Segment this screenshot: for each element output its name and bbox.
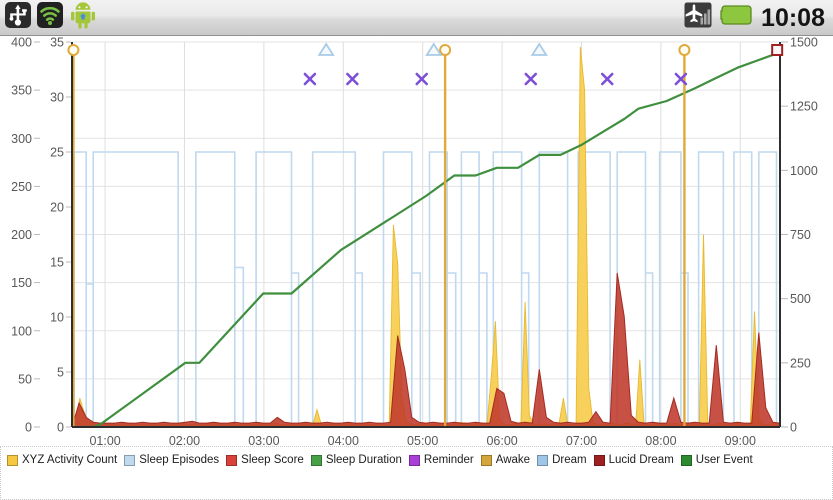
axis-tick-label: 100 — [11, 324, 32, 338]
legend-item[interactable]: Awake — [481, 454, 530, 466]
axis-tick-label: 08:00 — [645, 434, 676, 446]
usb-icon — [4, 1, 32, 34]
axis-tick-label: 0 — [25, 421, 32, 435]
legend-item[interactable]: Dream — [537, 454, 587, 466]
legend-items: XYZ Activity Count Sleep Episodes Sleep Sc… — [1, 447, 832, 469]
axis-tick-label: 1250 — [790, 100, 818, 114]
legend-label: User Event — [696, 454, 753, 466]
axis-tick-label: 400 — [11, 36, 32, 50]
legend-item[interactable]: Sleep Episodes — [124, 454, 219, 466]
wifi-icon — [36, 1, 64, 34]
chart-canvas[interactable]: 0501001502002503003504000510152025303502… — [0, 36, 833, 446]
axis-tick-label: 30 — [50, 91, 64, 105]
axis-tick-label: 150 — [11, 276, 32, 290]
axis-tick-label: 10 — [50, 311, 64, 325]
axis-tick-label: 01:00 — [89, 434, 120, 446]
legend-item[interactable]: User Event — [681, 454, 753, 466]
legend-label: Sleep Score — [241, 454, 304, 466]
chart-legend: XYZ Activity Count Sleep Episodes Sleep Sc… — [0, 446, 833, 500]
axis-tick-label: 03:00 — [248, 434, 279, 446]
awake-event-marker — [440, 45, 450, 55]
legend-swatch — [311, 455, 322, 466]
airplane-mode-icon — [683, 0, 713, 35]
axis-tick-label: 5 — [57, 366, 64, 380]
android-app-icon — [68, 0, 98, 35]
legend-item[interactable]: Sleep Score — [226, 454, 304, 466]
status-bar-left-icons — [0, 0, 98, 35]
legend-label: Awake — [496, 454, 530, 466]
lucid-dream-event-marker — [772, 45, 782, 55]
battery-icon — [720, 2, 754, 33]
axis-tick-label: 02:00 — [169, 434, 200, 446]
legend-label: Dream — [552, 454, 587, 466]
axis-tick-label: 07:00 — [566, 434, 597, 446]
legend-swatch — [409, 455, 420, 466]
axis-tick-label: 50 — [18, 372, 32, 386]
axis-tick-label: 750 — [790, 228, 811, 242]
status-bar-clock: 10:08 — [761, 5, 825, 31]
axis-tick-label: 500 — [790, 292, 811, 306]
legend-label: Lucid Dream — [609, 454, 674, 466]
legend-item[interactable]: Sleep Duration — [311, 454, 402, 466]
legend-label: Sleep Duration — [326, 454, 402, 466]
axis-tick-label: 15 — [50, 256, 64, 270]
axis-tick-label: 0 — [57, 421, 64, 435]
axis-tick-label: 250 — [790, 356, 811, 370]
sleep-chart[interactable]: 0501001502002503003504000510152025303502… — [0, 36, 833, 446]
legend-swatch — [481, 455, 492, 466]
awake-event-marker — [68, 45, 78, 55]
status-bar-right-icons: 10:08 — [683, 0, 833, 35]
axis-tick-label: 0 — [790, 421, 797, 435]
legend-swatch — [537, 455, 548, 466]
legend-swatch — [7, 455, 18, 466]
legend-label: Reminder — [424, 454, 474, 466]
legend-swatch — [681, 455, 692, 466]
legend-item[interactable]: Lucid Dream — [594, 454, 674, 466]
axis-tick-label: 1000 — [790, 164, 818, 178]
axis-tick-label: 35 — [50, 36, 64, 50]
axis-tick-label: 350 — [11, 84, 32, 98]
axis-tick-label: 200 — [11, 228, 32, 242]
legend-item[interactable]: XYZ Activity Count — [7, 454, 117, 466]
axis-tick-label: 06:00 — [486, 434, 517, 446]
axis-tick-label: 04:00 — [328, 434, 359, 446]
legend-swatch — [594, 455, 605, 466]
axis-tick-label: 05:00 — [407, 434, 438, 446]
axis-tick-label: 09:00 — [725, 434, 756, 446]
axis-tick-label: 25 — [50, 146, 64, 160]
axis-tick-label: 1500 — [790, 36, 818, 50]
axis-tick-label: 300 — [11, 132, 32, 146]
legend-swatch — [226, 455, 237, 466]
axis-tick-label: 20 — [50, 201, 64, 215]
axis-tick-label: 250 — [11, 180, 32, 194]
android-status-bar: 10:08 — [0, 0, 833, 36]
legend-label: Sleep Episodes — [139, 454, 219, 466]
legend-label: XYZ Activity Count — [22, 454, 117, 466]
legend-swatch — [124, 455, 135, 466]
awake-event-marker — [679, 45, 689, 55]
legend-item[interactable]: Reminder — [409, 454, 474, 466]
